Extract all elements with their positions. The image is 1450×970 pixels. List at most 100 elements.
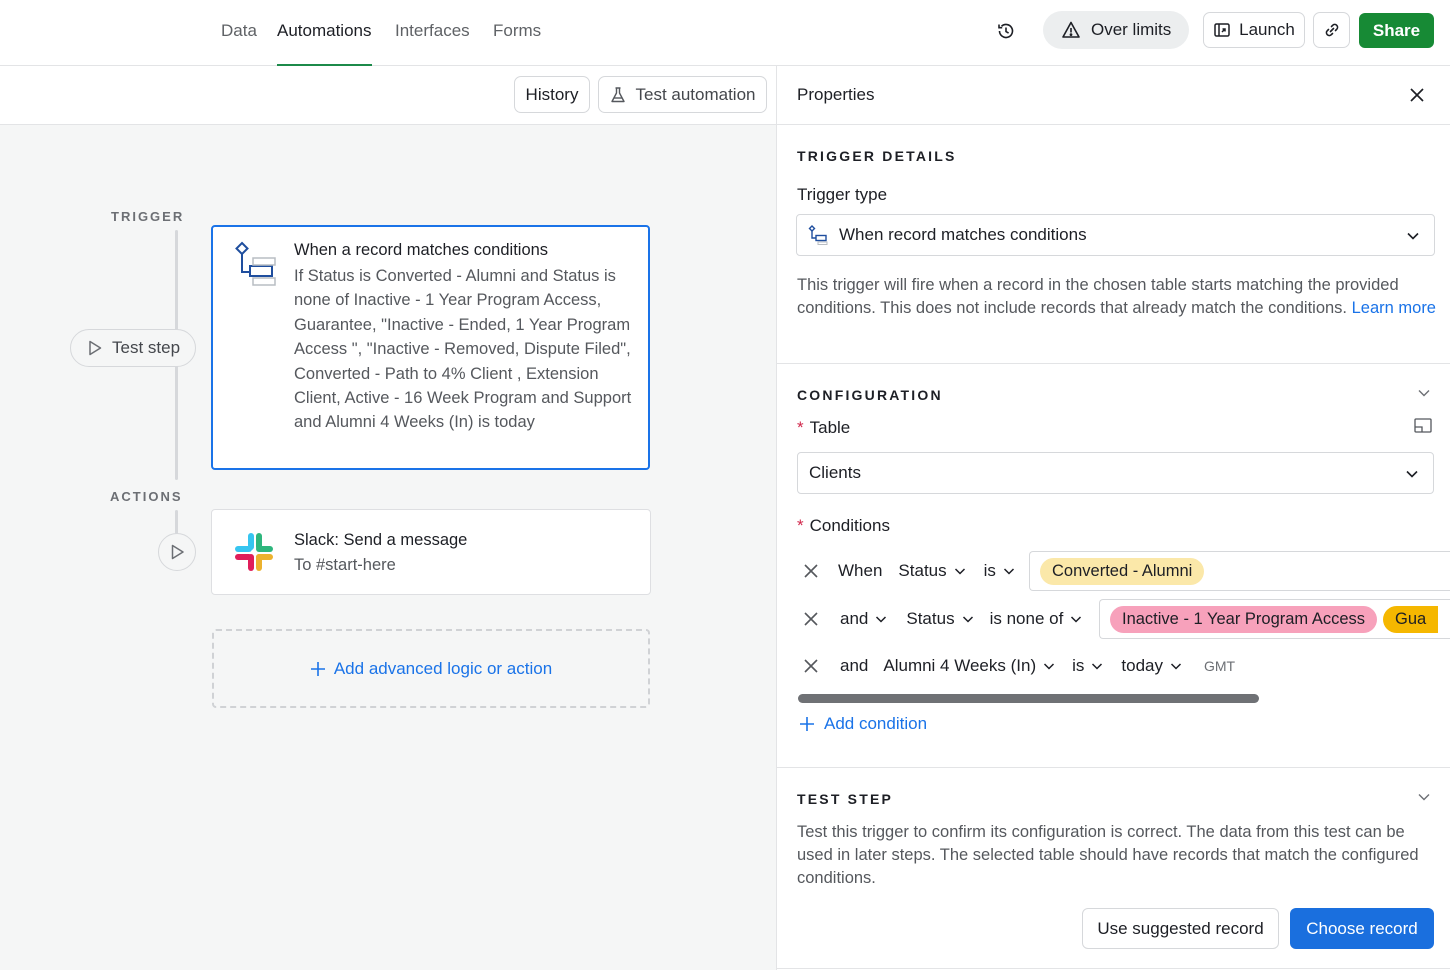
condition-conjunction-select[interactable]: and bbox=[840, 609, 887, 629]
share-button[interactable]: Share bbox=[1359, 13, 1434, 48]
add-logic-label: Add advanced logic or action bbox=[333, 658, 553, 678]
condition-value-field[interactable]: Converted - Alumni bbox=[1029, 551, 1450, 591]
tab-automations[interactable]: Automations bbox=[277, 0, 372, 66]
chevron-down-icon[interactable] bbox=[1417, 386, 1431, 400]
plus-icon bbox=[799, 716, 815, 732]
add-condition-label: Add condition bbox=[824, 714, 928, 733]
copy-link-button[interactable] bbox=[1313, 12, 1350, 48]
test-step-label: Test step bbox=[112, 338, 181, 357]
chevron-down-icon[interactable] bbox=[1417, 790, 1431, 804]
trigger-details-heading: TRIGGER DETAILS bbox=[797, 148, 957, 164]
condition-conjunction: When bbox=[838, 561, 883, 580]
remove-condition-icon[interactable] bbox=[804, 564, 818, 578]
over-limits-button[interactable]: Over limits bbox=[1043, 11, 1190, 49]
use-suggested-record-button[interactable]: Use suggested record bbox=[1082, 908, 1279, 949]
learn-more-link[interactable]: Learn more bbox=[1352, 299, 1436, 317]
trigger-type-value: When record matches conditions bbox=[839, 225, 1087, 244]
tab-interfaces[interactable]: Interfaces bbox=[395, 0, 470, 66]
section-divider bbox=[777, 968, 1450, 969]
actions-connector-line bbox=[175, 510, 178, 534]
trigger-card-title: When a record matches conditions bbox=[294, 241, 549, 259]
condition-field-select[interactable]: Alumni 4 Weeks (In) bbox=[883, 656, 1055, 676]
conditions-scrollbar[interactable] bbox=[798, 694, 1259, 703]
remove-condition-icon[interactable] bbox=[804, 659, 818, 673]
chevron-down-icon bbox=[1406, 229, 1420, 243]
properties-header: Properties bbox=[777, 66, 1450, 125]
record-conditions-icon bbox=[808, 225, 828, 245]
condition-operator-select[interactable]: is bbox=[1072, 656, 1103, 676]
table-value: Clients bbox=[809, 463, 861, 482]
tab-data[interactable]: Data bbox=[221, 0, 257, 66]
revision-history-icon[interactable] bbox=[993, 18, 1019, 44]
date-mode-select[interactable]: today bbox=[1121, 656, 1182, 676]
choose-record-button[interactable]: Choose record bbox=[1290, 908, 1434, 949]
chevron-down-icon bbox=[1170, 663, 1182, 670]
test-step-button[interactable]: Test step bbox=[70, 329, 196, 367]
trigger-card-description: If Status is Converted - Alumni and Stat… bbox=[294, 267, 632, 432]
status-chip: Gua bbox=[1383, 605, 1439, 633]
trigger-type-label: Trigger type bbox=[797, 185, 888, 204]
configuration-heading: CONFIGURATION bbox=[797, 387, 943, 403]
tab-forms[interactable]: Forms bbox=[493, 0, 541, 66]
automation-canvas: History Test automation TRIGGER ACTIONS … bbox=[0, 66, 777, 970]
condition-conjunction: and bbox=[840, 656, 869, 675]
panel-title: Properties bbox=[797, 85, 875, 104]
history-button[interactable]: History bbox=[514, 76, 590, 113]
condition-operator-select[interactable]: is bbox=[984, 561, 1015, 581]
section-divider bbox=[777, 363, 1450, 364]
flask-icon bbox=[609, 86, 627, 104]
condition-row: and Status is none of bbox=[797, 599, 1082, 639]
add-logic-or-action-button[interactable]: Add advanced logic or action bbox=[212, 629, 650, 708]
condition-field-select[interactable]: Status bbox=[898, 561, 965, 581]
plus-icon bbox=[310, 661, 326, 677]
chevron-down-icon bbox=[876, 616, 887, 623]
test-step-description: Test this trigger to confirm its configu… bbox=[797, 823, 1419, 887]
action-card-title: Slack: Send a message bbox=[294, 531, 468, 549]
test-action-button[interactable] bbox=[158, 533, 196, 571]
play-icon bbox=[170, 544, 184, 560]
test-step-heading: TEST STEP bbox=[797, 791, 894, 807]
launch-button[interactable]: Launch bbox=[1203, 12, 1305, 48]
properties-panel: Properties TRIGGER DETAILS Trigger type … bbox=[777, 66, 1450, 970]
condition-operator-select[interactable]: is none of bbox=[990, 609, 1083, 629]
canvas-toolbar: History Test automation bbox=[0, 66, 776, 125]
action-card-description: To #start-here bbox=[294, 556, 396, 574]
launch-icon bbox=[1213, 21, 1231, 39]
launch-label: Launch bbox=[1239, 20, 1295, 39]
trigger-card[interactable]: When a record matches conditions If Stat… bbox=[211, 225, 650, 470]
slack-icon bbox=[234, 532, 274, 572]
trigger-type-select[interactable]: When record matches conditions bbox=[796, 214, 1435, 256]
status-chip: Converted - Alumni bbox=[1040, 557, 1205, 585]
slack-action-card[interactable]: Slack: Send a message To #start-here bbox=[211, 509, 651, 595]
warning-icon bbox=[1061, 20, 1081, 40]
condition-row: When Status is bbox=[797, 551, 1015, 591]
trigger-description: This trigger will fire when a record in … bbox=[797, 274, 1437, 320]
timezone-label: GMT bbox=[1203, 658, 1236, 674]
actions-section-label: ACTIONS bbox=[110, 489, 183, 504]
play-icon bbox=[88, 340, 102, 356]
over-limits-label: Over limits bbox=[1091, 20, 1172, 39]
table-label: * Table bbox=[797, 418, 851, 437]
chevron-down-icon bbox=[1092, 663, 1103, 670]
table-select[interactable]: Clients bbox=[797, 452, 1434, 494]
test-automation-label: Test automation bbox=[635, 84, 756, 104]
link-icon bbox=[1323, 21, 1341, 39]
condition-field-select[interactable]: Status bbox=[906, 609, 973, 629]
close-icon[interactable] bbox=[1408, 86, 1426, 104]
test-automation-button[interactable]: Test automation bbox=[598, 76, 767, 113]
top-bar: Data Automations Interfaces Forms Over l… bbox=[0, 0, 1450, 66]
remove-condition-icon[interactable] bbox=[804, 612, 818, 626]
conditions-label: * Conditions bbox=[797, 516, 890, 535]
record-conditions-icon bbox=[233, 241, 277, 291]
chevron-down-icon bbox=[954, 568, 965, 575]
trigger-section-label: TRIGGER bbox=[111, 209, 185, 224]
section-divider bbox=[777, 767, 1450, 768]
chevron-down-icon bbox=[1405, 467, 1419, 481]
expand-table-icon[interactable] bbox=[1414, 418, 1432, 434]
condition-value-field[interactable]: Inactive - 1 Year Program Access Gua bbox=[1099, 599, 1450, 639]
add-condition-button[interactable]: Add condition bbox=[799, 714, 927, 734]
chevron-down-icon bbox=[962, 616, 973, 623]
trigger-description-text: This trigger will fire when a record in … bbox=[797, 276, 1399, 317]
status-chip: Inactive - 1 Year Program Access bbox=[1110, 605, 1378, 633]
chevron-down-icon bbox=[1071, 616, 1082, 623]
